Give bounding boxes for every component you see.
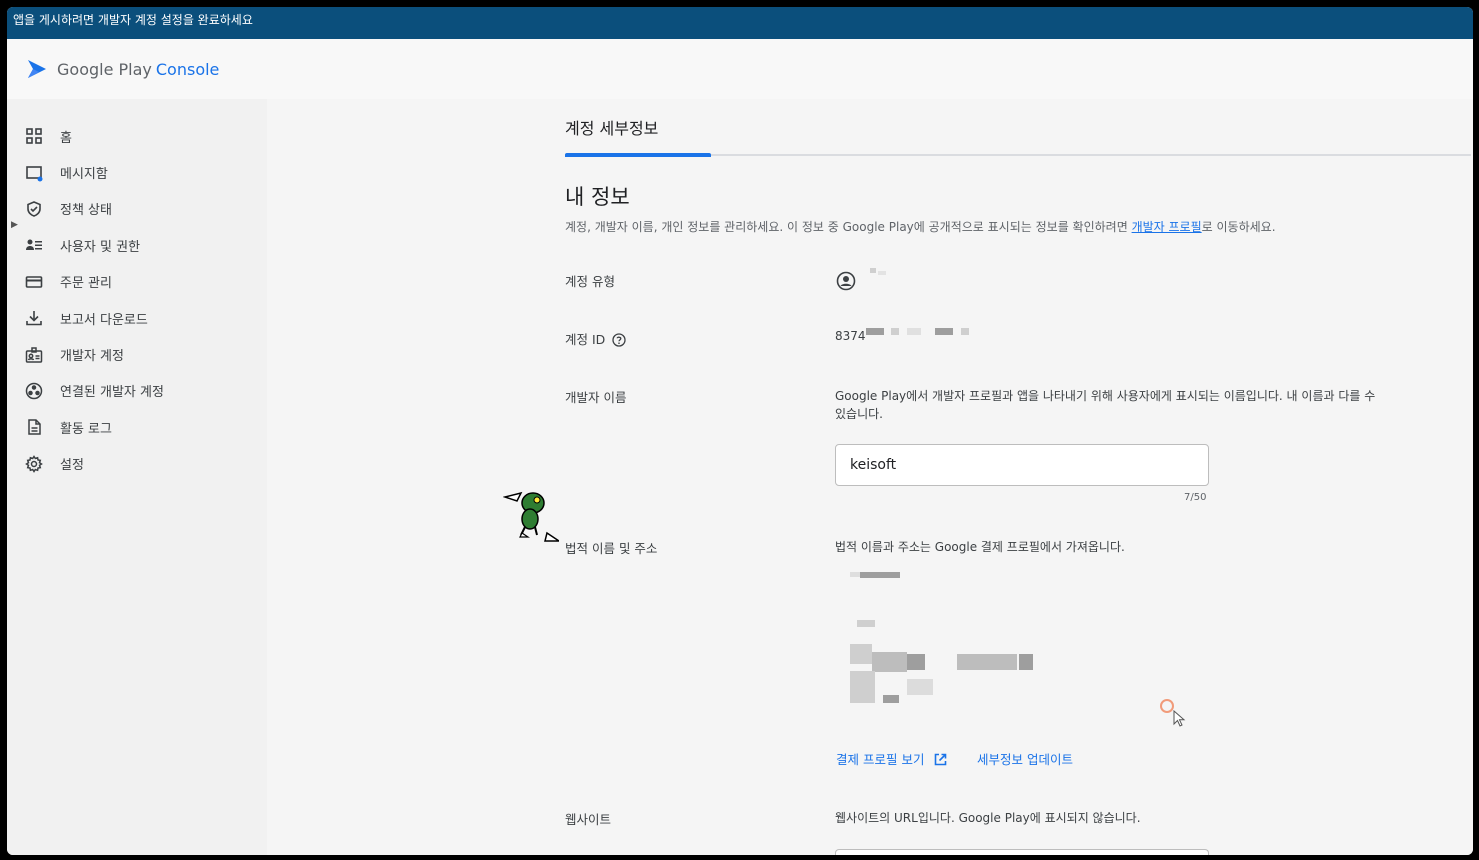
redacted-block (870, 268, 876, 273)
redacted-block (850, 671, 875, 703)
account-circle-icon (836, 271, 856, 291)
grid-icon (25, 127, 43, 145)
redacted-block (850, 572, 860, 577)
sidebar-item-label: 개발자 계정 (60, 349, 124, 365)
expand-caret-icon[interactable]: ▶ (11, 220, 18, 230)
developer-name-description: Google Play에서 개발자 프로필과 앱을 나타내기 위해 사용자에게 … (835, 389, 1376, 421)
help-icon[interactable] (612, 333, 626, 347)
sidebar: 홈 메시지함 정책 상태 사용자 및 권한 주문 관리 보고서 다운로드 개발자… (7, 99, 267, 855)
redacted-block (907, 679, 933, 695)
mouse-cursor-icon (1173, 710, 1186, 727)
download-icon (25, 309, 43, 327)
sidebar-item-label: 사용자 및 권한 (60, 239, 141, 255)
sidebar-item-activity-log[interactable]: 활동 로그 (7, 409, 267, 445)
page-title: 계정 세부정보 (565, 119, 659, 138)
linked-icon (25, 382, 43, 400)
sidebar-item-developer-account[interactable]: 개발자 계정 (7, 336, 267, 372)
play-console-logo-icon (28, 60, 46, 78)
redacted-block (907, 328, 921, 335)
redacted-block (1019, 654, 1033, 670)
developer-name-label: 개발자 이름 (565, 390, 627, 405)
redacted-block (957, 654, 1017, 670)
document-icon (25, 418, 43, 436)
sidebar-item-label: 연결된 개발자 계정 (60, 385, 164, 401)
sidebar-item-label: 설정 (60, 458, 84, 474)
website-description: 웹사이트의 URL입니다. Google Play에 표시되지 않습니다. (835, 811, 1141, 825)
brand-console: Console (155, 59, 220, 79)
redacted-block (860, 572, 900, 578)
section-title: 내 정보 (565, 185, 630, 209)
redacted-block (907, 654, 925, 670)
redacted-block (891, 328, 899, 335)
sidebar-item-reports[interactable]: 보고서 다운로드 (7, 300, 267, 336)
redacted-block (872, 652, 907, 672)
section-desc-suffix: 로 이동하세요. (1201, 220, 1276, 234)
website-input[interactable] (835, 849, 1209, 855)
legal-name-label: 법적 이름 및 주소 (565, 541, 658, 556)
main-content: 계정 세부정보 내 정보 계정, 개발자 이름, 개인 정보를 관리하세요. 이… (267, 99, 1473, 855)
sidebar-item-label: 메시지함 (60, 167, 108, 183)
sidebar-item-orders[interactable]: 주문 관리 (7, 264, 267, 300)
sidebar-item-users[interactable]: 사용자 및 권한 (7, 227, 267, 263)
sidebar-item-label: 활동 로그 (60, 421, 112, 437)
section-desc-prefix: 계정, 개발자 이름, 개인 정보를 관리하세요. 이 정보 중 Google … (565, 220, 1132, 234)
sidebar-item-label: 보고서 다운로드 (60, 312, 148, 328)
setup-banner: 앱을 게시하려면 개발자 계정 설정을 완료하세요 (7, 7, 1473, 39)
redacted-block (850, 644, 872, 664)
gear-icon (25, 454, 43, 473)
open-in-new-icon (935, 753, 947, 766)
redacted-block (961, 328, 969, 335)
sidebar-item-policy[interactable]: 정책 상태 (7, 191, 267, 227)
sidebar-item-label: 주문 관리 (60, 276, 112, 292)
shield-icon (25, 200, 43, 218)
redacted-block (935, 328, 953, 335)
redacted-block (878, 271, 886, 275)
account-id-label: 계정 ID (565, 329, 626, 348)
sidebar-item-label: 홈 (60, 130, 72, 146)
payments-profile-link[interactable]: 결제 프로필 보기 (836, 749, 947, 768)
click-indicator (1160, 699, 1174, 713)
sidebar-item-linked-accounts[interactable]: 연결된 개발자 계정 (7, 373, 267, 409)
account-id-label-text: 계정 ID (565, 332, 606, 347)
account-type-label: 계정 유형 (565, 274, 615, 289)
website-label: 웹사이트 (565, 812, 612, 827)
users-icon (25, 236, 43, 254)
tab-indicator[interactable] (565, 153, 711, 157)
update-details-link[interactable]: 세부정보 업데이트 (977, 749, 1073, 768)
redacted-block (866, 328, 884, 335)
sidebar-item-label: 정책 상태 (60, 203, 112, 219)
developer-profile-link[interactable]: 개발자 프로필 (1132, 220, 1202, 234)
payments-profile-link-label: 결제 프로필 보기 (836, 752, 925, 767)
redacted-block (857, 620, 875, 627)
inbox-icon (25, 164, 43, 182)
brand-google: Google Play (57, 59, 152, 79)
sidebar-item-home[interactable]: 홈 (7, 118, 267, 154)
app-window: 앱을 게시하려면 개발자 계정 설정을 완료하세요 Google Play Co… (7, 7, 1473, 855)
badge-icon (25, 346, 43, 364)
developer-name-input[interactable]: keisoft (835, 444, 1209, 486)
card-icon (25, 273, 43, 291)
account-id-value: 8374 (835, 329, 866, 343)
sidebar-item-settings[interactable]: 설정 (7, 446, 267, 482)
mascot-overlay-icon (503, 491, 559, 542)
character-counter: 7/50 (1184, 492, 1207, 503)
brand-header: Google Play Console (7, 39, 1473, 99)
redacted-block (883, 695, 899, 703)
sidebar-item-inbox[interactable]: 메시지함 (7, 154, 267, 190)
legal-name-description: 법적 이름과 주소는 Google 결제 프로필에서 가져옵니다. (835, 540, 1125, 554)
section-description: 계정, 개발자 이름, 개인 정보를 관리하세요. 이 정보 중 Google … (565, 218, 1276, 235)
